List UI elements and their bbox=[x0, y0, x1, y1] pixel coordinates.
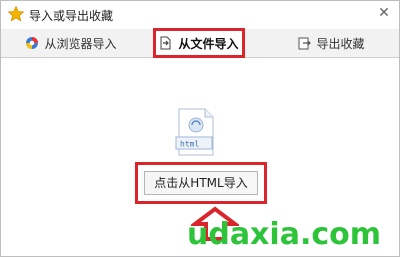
window-title: 导入或导出收藏 bbox=[29, 9, 114, 23]
file-type-label: html bbox=[180, 140, 199, 149]
tab-import-from-file[interactable]: 从文件导入 bbox=[153, 28, 245, 58]
tab-import-from-browser[interactable]: 从浏览器导入 bbox=[11, 29, 131, 57]
title-bar: 导入或导出收藏 ✕ bbox=[1, 1, 399, 29]
watermark: udaxia.com bbox=[186, 217, 381, 252]
tab-label: 从文件导入 bbox=[178, 36, 239, 51]
html-file-icon: html bbox=[175, 108, 214, 156]
file-import-icon bbox=[160, 36, 171, 50]
tab-export-favorites[interactable]: 导出收藏 bbox=[281, 29, 381, 57]
tab-label: 从浏览器导入 bbox=[44, 36, 117, 51]
browser-import-icon bbox=[26, 37, 39, 49]
tab-label: 导出收藏 bbox=[316, 36, 365, 51]
import-from-html-button[interactable]: 点击从HTML导入 bbox=[144, 171, 258, 195]
import-export-dialog: 导入或导出收藏 ✕ 从浏览器导入 从文件导入 导出收藏 html 点击从HTML… bbox=[0, 0, 400, 257]
tab-bar: 从浏览器导入 从文件导入 导出收藏 bbox=[1, 28, 399, 58]
star-icon bbox=[7, 5, 25, 22]
close-button[interactable]: ✕ bbox=[375, 4, 393, 22]
export-icon bbox=[298, 37, 312, 50]
